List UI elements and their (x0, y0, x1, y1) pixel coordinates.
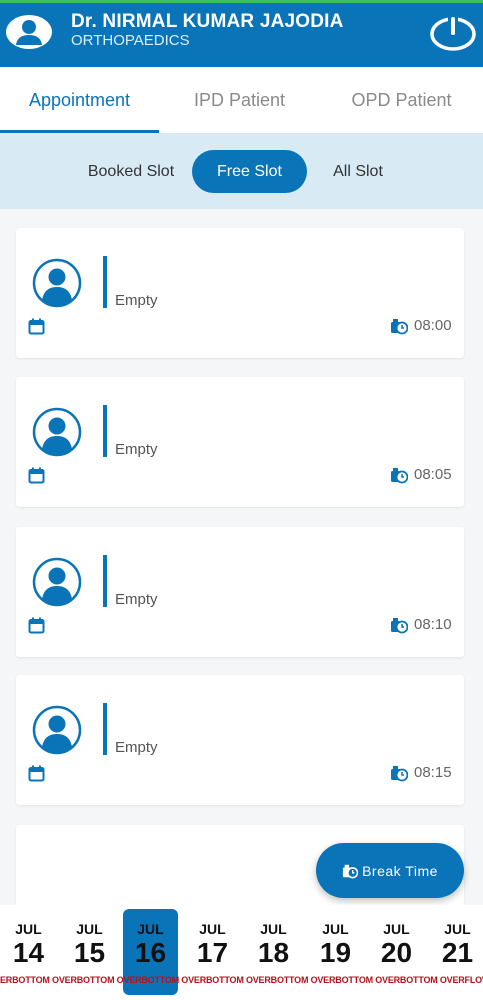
all-slot-button[interactable]: All Slot (318, 150, 398, 193)
date-strip[interactable]: JUL 14 JUL 15 JUL 16 JUL 17 JUL 18 JUL 1… (0, 905, 483, 1000)
slot-status: Empty (115, 739, 158, 756)
doctor-avatar-icon[interactable] (4, 13, 54, 51)
slot-card[interactable]: Empty 08:00 (16, 228, 464, 358)
slot-divider (103, 256, 107, 308)
date-month: JUL (199, 921, 226, 937)
overflow-warning-text: ERBOTTOM OVERBOTTOM OVERBOTTOM OVERBOTTO… (0, 975, 483, 985)
date-month: JUL (76, 921, 103, 937)
calendar-icon[interactable] (28, 318, 45, 335)
slot-list[interactable]: Empty 08:00 Empty 08:05 Empty 08:10 Empt… (0, 209, 483, 909)
slot-status: Empty (115, 591, 158, 608)
clock-icon (390, 466, 409, 484)
slot-filter-bar: Booked Slot Free Slot All Slot (0, 133, 483, 209)
date-month: JUL (15, 921, 42, 937)
date-month: JUL (260, 921, 287, 937)
clock-icon (390, 616, 409, 634)
date-month: JUL (137, 921, 164, 937)
slot-card[interactable]: Empty 08:05 (16, 377, 464, 507)
patient-avatar-icon (32, 407, 82, 457)
date-day: 19 (319, 937, 352, 968)
doctor-name: Dr. NIRMAL KUMAR JAJODIA (71, 11, 344, 32)
power-icon[interactable] (429, 15, 477, 53)
clock-icon (342, 864, 359, 878)
patient-avatar-icon (32, 557, 82, 607)
slot-divider (103, 555, 107, 607)
date-day: 14 (12, 937, 45, 968)
booked-slot-button[interactable]: Booked Slot (80, 150, 182, 193)
tab-ipd-patient[interactable]: IPD Patient (159, 67, 320, 133)
main-tabs: Appointment IPD Patient OPD Patient (0, 67, 483, 133)
date-day: 16 (134, 937, 167, 968)
patient-avatar-icon (32, 258, 82, 308)
date-month: JUL (444, 921, 471, 937)
tab-opd-patient[interactable]: OPD Patient (320, 67, 483, 133)
clock-icon (390, 317, 409, 335)
date-day: 15 (73, 937, 106, 968)
free-slot-button[interactable]: Free Slot (192, 150, 307, 193)
tab-appointment[interactable]: Appointment (0, 67, 159, 133)
slot-card[interactable]: Empty 08:10 (16, 527, 464, 657)
app-header: Dr. NIRMAL KUMAR JAJODIA ORTHOPAEDICS (0, 3, 483, 67)
doctor-department: ORTHOPAEDICS (71, 32, 190, 49)
slot-card[interactable]: Empty 08:15 (16, 675, 464, 805)
slot-status: Empty (115, 441, 158, 458)
slot-time: 08:00 (414, 317, 452, 334)
date-month: JUL (383, 921, 410, 937)
date-day: 20 (380, 937, 413, 968)
slot-time: 08:05 (414, 466, 452, 483)
clock-icon (390, 764, 409, 782)
date-day: 21 (441, 937, 474, 968)
slot-time: 08:10 (414, 616, 452, 633)
date-day: 17 (196, 937, 229, 968)
calendar-icon[interactable] (28, 617, 45, 634)
slot-time: 08:15 (414, 764, 452, 781)
break-time-label: Break Time (362, 862, 438, 879)
patient-avatar-icon (32, 705, 82, 755)
calendar-icon[interactable] (28, 765, 45, 782)
slot-status: Empty (115, 292, 158, 309)
date-month: JUL (322, 921, 349, 937)
slot-divider (103, 703, 107, 755)
slot-divider (103, 405, 107, 457)
break-time-button[interactable]: Break Time (316, 843, 464, 898)
calendar-icon[interactable] (28, 467, 45, 484)
date-day: 18 (257, 937, 290, 968)
